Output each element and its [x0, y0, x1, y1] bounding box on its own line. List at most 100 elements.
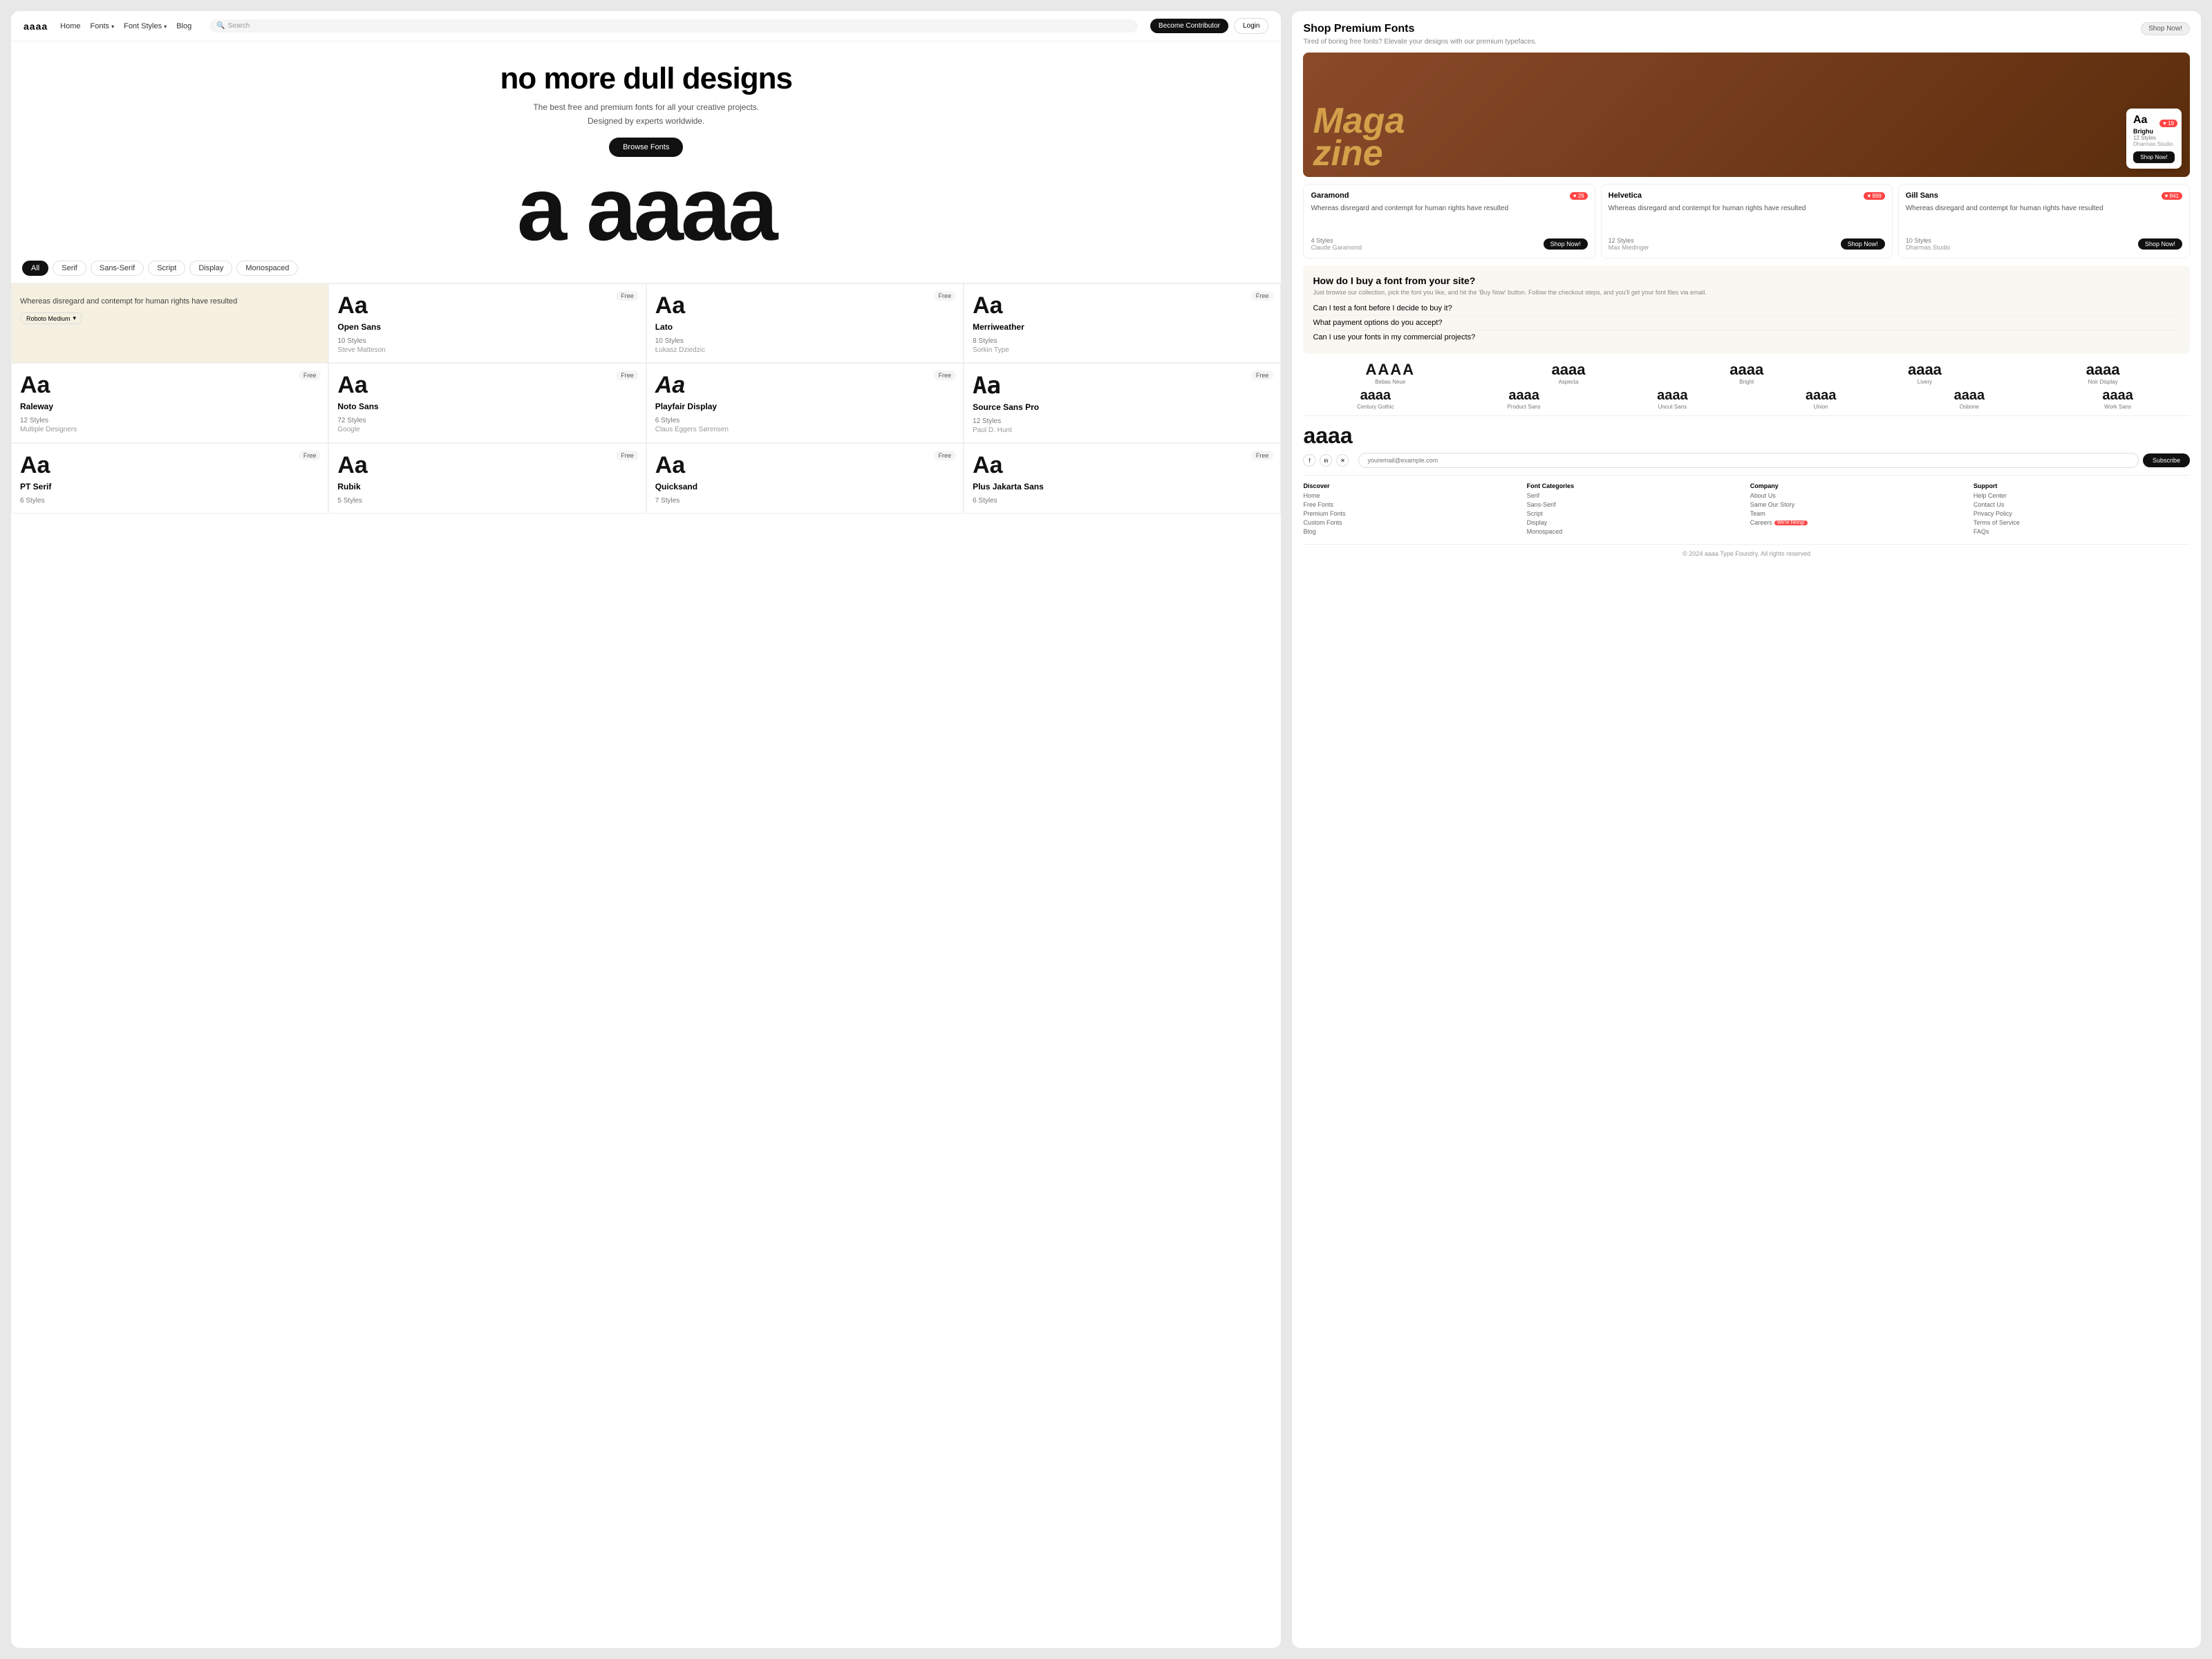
font-styles: 8 Styles [973, 337, 1272, 345]
faq-item-2[interactable]: What payment options do you accept? [1313, 316, 2180, 330]
font-styles: 6 Styles [20, 497, 319, 505]
nav-fonts[interactable]: Fonts ▾ [91, 22, 115, 30]
footer-link-team[interactable]: Team [1750, 510, 1967, 517]
footer-link-privacy[interactable]: Privacy Policy [1974, 510, 2190, 517]
footer-link-terms[interactable]: Terms of Service [1974, 519, 2190, 526]
contribute-button[interactable]: Become Contributor [1150, 19, 1228, 33]
showcase-name: Union [1749, 404, 1893, 410]
font-name: Quicksand [655, 482, 955, 491]
instagram-icon[interactable]: in [1320, 454, 1332, 467]
footer-link-careers[interactable]: Careers We're Hiring! [1750, 519, 1808, 526]
magazine-hero-image: Magazine Aa ♥ 19 Brighu 12 Styles Dharma… [1303, 53, 2190, 177]
faq-item-1[interactable]: Can I test a font before I decide to buy… [1313, 301, 2180, 316]
product-sans-showcase: aaaa Product Sans [1452, 388, 1596, 410]
faq-subtitle: Just browse our collection, pick the fon… [1313, 289, 2180, 296]
filter-monospaced[interactable]: Monospaced [236, 261, 298, 276]
font-dropdown[interactable]: Roboto Medium ▾ [20, 312, 82, 324]
showcase-name: Noir Display [2016, 379, 2190, 385]
footer-link-custom-fonts[interactable]: Custom Fonts [1303, 519, 1519, 526]
filter-tabs: All Serif Sans-Serif Script Display Mono… [11, 254, 1281, 283]
footer-col-title: Company [1750, 482, 1967, 489]
footer-link-display[interactable]: Display [1527, 519, 1743, 526]
magazine-font-card: Aa ♥ 19 Brighu 12 Styles Dharmas Studio … [2126, 109, 2182, 169]
filter-script[interactable]: Script [148, 261, 185, 276]
site-logo: aaaa [24, 21, 48, 32]
shop-now-btn[interactable]: Shop Now! [2138, 238, 2182, 250]
font-styles: 72 Styles [337, 417, 637, 424]
showcase-aa: AAAA [1303, 362, 1477, 377]
card-footer: 4 Styles Claude Garamond Shop Now! [1311, 237, 1587, 251]
free-badge: Free [1251, 371, 1274, 380]
footer-link-serif[interactable]: Serif [1527, 492, 1743, 499]
free-badge: Free [934, 291, 957, 301]
footer-link-home[interactable]: Home [1303, 492, 1519, 499]
nav-blog[interactable]: Blog [176, 22, 191, 30]
showcase-name: Aspecta [1481, 379, 1656, 385]
card-header: Helvetica ♥ 899 [1609, 191, 1885, 200]
font-name: Garamond [1311, 191, 1349, 200]
login-button[interactable]: Login [1234, 18, 1268, 34]
nav-font-styles[interactable]: Font Styles ▾ [124, 22, 167, 30]
century-gothic-showcase: aaaa Century Gothic [1303, 388, 1447, 410]
showcase-name: Livery [1838, 379, 2012, 385]
shop-now-button[interactable]: Shop Now! [2141, 22, 2190, 35]
filter-display[interactable]: Display [189, 261, 232, 276]
footer-link-premium-fonts[interactable]: Premium Fonts [1303, 510, 1519, 517]
hero-title: no more dull designs [25, 62, 1267, 95]
hero-section: no more dull designs The best free and p… [11, 41, 1281, 164]
footer-link-script[interactable]: Script [1527, 510, 1743, 517]
showcase-name: Bright [1660, 379, 1834, 385]
font-styles: 4 Styles [1311, 237, 1362, 244]
free-badge: Free [299, 371, 321, 380]
shop-now-btn[interactable]: Shop Now! [1544, 238, 1588, 250]
footer-link-contact[interactable]: Contact Us [1974, 501, 2190, 508]
font-name: Gill Sans [1906, 191, 1938, 200]
font-styles: 10 Styles [337, 337, 637, 345]
footer-link-sans-serif[interactable]: Sans-Serif [1527, 501, 1743, 508]
font-preview: Whereas disregard and contempt for human… [1609, 204, 1885, 232]
noto-sans-card: Free Aa Noto Sans 72 Styles Google [328, 363, 646, 443]
search-bar[interactable]: 🔍 Search [209, 19, 1138, 32]
font-aa-display: Aa [20, 372, 319, 399]
free-badge: Free [299, 451, 321, 460]
footer-link-blog[interactable]: Blog [1303, 528, 1519, 535]
footer-discover: Discover Home Free Fonts Premium Fonts C… [1303, 482, 1519, 537]
footer-link-monospaced[interactable]: Monospaced [1527, 528, 1743, 535]
newsletter-email-input[interactable] [1358, 453, 2139, 468]
open-sans-card: Free Aa Open Sans 10 Styles Steve Mattes… [328, 283, 646, 363]
filter-sans-serif[interactable]: Sans-Serif [91, 261, 144, 276]
font-aa-display: Aa [973, 452, 1272, 479]
footer-link-faqs[interactable]: FAQs [1974, 528, 2190, 535]
uncut-sans-showcase: aaaa Uncut Sans [1600, 388, 1745, 410]
footer-link-free-fonts[interactable]: Free Fonts [1303, 501, 1519, 508]
footer-link-about[interactable]: About Us [1750, 492, 1967, 499]
facebook-icon[interactable]: f [1303, 454, 1315, 467]
browse-fonts-button[interactable]: Browse Fonts [609, 138, 683, 157]
faq-item-3[interactable]: Can I use your fonts in my commercial pr… [1313, 330, 2180, 344]
footer-link-help[interactable]: Help Center [1974, 492, 2190, 499]
like-count: ♥ 899 [1864, 192, 1884, 200]
font-name: Source Sans Pro [973, 402, 1272, 412]
font-author: Claude Garamond [1311, 244, 1362, 251]
filter-serif[interactable]: Serif [53, 261, 86, 276]
shop-now-btn[interactable]: Shop Now! [1841, 238, 1885, 250]
font-author: Multiple Designers [20, 426, 319, 433]
font-aa-display: Aa [655, 292, 955, 319]
quicksand-card: Free Aa Quicksand 7 Styles [646, 443, 964, 514]
subscribe-button[interactable]: Subscribe [2143, 453, 2190, 467]
showcase-name: Osbone [1897, 404, 2042, 410]
search-label: Search [228, 22, 250, 30]
twitter-icon[interactable]: ✕ [1336, 454, 1349, 467]
faq-title: How do I buy a font from your site? [1313, 275, 2180, 286]
font-name: Playfair Display [655, 402, 955, 411]
font-aa-display: Aa [655, 372, 955, 399]
font-styles: 6 Styles [655, 417, 955, 424]
like-count: ♥ 29 [1570, 192, 1588, 200]
filter-all[interactable]: All [22, 261, 48, 276]
footer-link-story[interactable]: Same Our Story [1750, 501, 1967, 508]
magazine-shop-btn[interactable]: Shop Now! [2133, 151, 2175, 163]
nav-home[interactable]: Home [60, 22, 80, 30]
shop-header: Shop Premium Fonts Shop Now! [1303, 22, 2190, 35]
font-author: Max Miedinger [1609, 244, 1649, 251]
font-aa-display: Aa [337, 372, 637, 399]
